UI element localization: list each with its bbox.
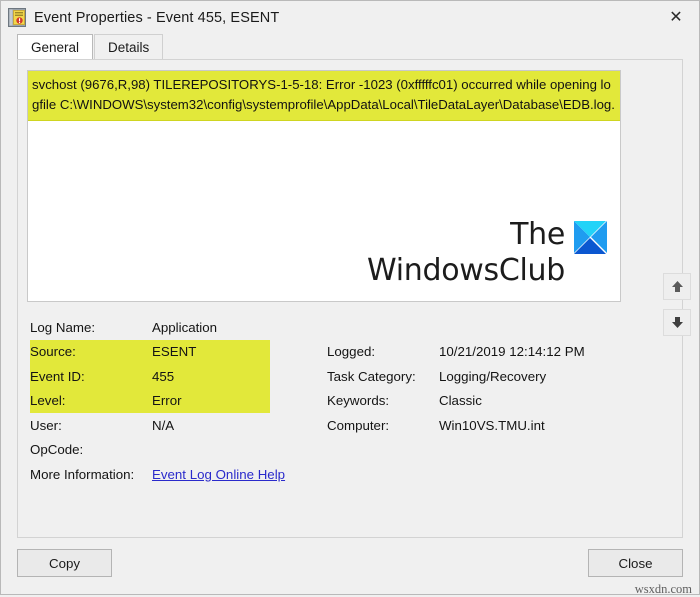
tab-general[interactable]: General bbox=[17, 34, 94, 59]
computer-value: Win10VS.TMU.int bbox=[439, 417, 545, 433]
watermark-logo-line2: WindowsClub bbox=[367, 253, 565, 288]
task-category-label: Task Category: bbox=[327, 368, 416, 384]
field-row: Logged: 10/21/2019 12:14:12 PM bbox=[327, 340, 627, 365]
source-value: ESENT bbox=[152, 344, 197, 360]
field-row: More Information: Event Log Online Help bbox=[30, 462, 320, 487]
watermark-logo: The WindowsClub bbox=[367, 217, 607, 289]
event-navigation-buttons bbox=[663, 273, 693, 345]
tab-strip: General Details bbox=[1, 34, 699, 59]
details-column-right: Logged: 10/21/2019 12:14:12 PM Task Cate… bbox=[327, 315, 627, 438]
opcode-label: OpCode: bbox=[30, 442, 84, 458]
task-category-value: Logging/Recovery bbox=[439, 368, 547, 384]
titlebar: Event Properties - Event 455, ESENT ✕ bbox=[1, 1, 699, 34]
log-name-label: Log Name: bbox=[30, 319, 96, 335]
event-log-icon bbox=[8, 8, 26, 27]
window-title: Event Properties - Event 455, ESENT bbox=[34, 9, 280, 26]
arrow-down-icon bbox=[671, 317, 683, 328]
event-description-text: svchost (9676,R,98) TILEREPOSITORYS-1-5-… bbox=[32, 77, 615, 112]
level-value: Error bbox=[152, 393, 182, 409]
log-name-value: Application bbox=[152, 319, 218, 335]
logged-label: Logged: bbox=[327, 344, 376, 360]
event-details-grid: Log Name: Application Source: ESENT Even… bbox=[27, 315, 673, 485]
event-id-label: Event ID: bbox=[30, 368, 85, 384]
windowsclub-diamond-icon bbox=[574, 221, 607, 254]
field-row: OpCode: bbox=[30, 438, 320, 463]
details-column-left: Log Name: Application Source: ESENT Even… bbox=[30, 315, 320, 487]
event-description-box[interactable]: svchost (9676,R,98) TILEREPOSITORYS-1-5-… bbox=[27, 70, 621, 302]
field-row: Computer: Win10VS.TMU.int bbox=[327, 413, 627, 438]
level-label: Level: bbox=[30, 393, 66, 409]
close-button[interactable]: Close bbox=[588, 549, 683, 577]
more-information-label: More Information: bbox=[30, 466, 135, 482]
dialog-footer: Copy Close wsxdn.com bbox=[1, 538, 699, 596]
copy-button[interactable]: Copy bbox=[17, 549, 112, 577]
computer-label: Computer: bbox=[327, 417, 390, 433]
watermark-logo-line1: The bbox=[510, 217, 565, 252]
event-log-online-help-link[interactable]: Event Log Online Help bbox=[152, 467, 320, 482]
keywords-value: Classic bbox=[439, 393, 482, 409]
field-row: Task Category: Logging/Recovery bbox=[327, 364, 627, 389]
close-icon[interactable]: ✕ bbox=[653, 1, 699, 33]
user-value: N/A bbox=[152, 417, 175, 433]
field-row: Level: Error bbox=[30, 389, 320, 414]
logged-value: 10/21/2019 12:14:12 PM bbox=[439, 344, 585, 360]
arrow-up-icon bbox=[671, 281, 683, 292]
description-highlight: svchost (9676,R,98) TILEREPOSITORYS-1-5-… bbox=[28, 71, 620, 121]
field-row: User: N/A bbox=[30, 413, 320, 438]
field-row: Event ID: 455 bbox=[30, 364, 320, 389]
diamond-bottom-facet bbox=[574, 238, 606, 254]
general-tab-panel: svchost (9676,R,98) TILEREPOSITORYS-1-5-… bbox=[17, 59, 683, 538]
tab-details[interactable]: Details bbox=[94, 34, 164, 59]
field-row: Log Name: Application bbox=[30, 315, 320, 340]
source-label: Source: bbox=[30, 344, 76, 360]
field-row: Source: ESENT bbox=[30, 340, 320, 365]
user-label: User: bbox=[30, 417, 62, 433]
watermark-logo-text: The WindowsClub bbox=[367, 217, 565, 289]
diamond-top-facet bbox=[574, 221, 606, 237]
keywords-label: Keywords: bbox=[327, 393, 390, 409]
field-row: Keywords: Classic bbox=[327, 389, 627, 414]
next-event-button[interactable] bbox=[663, 309, 691, 336]
event-id-value: 455 bbox=[152, 368, 175, 384]
previous-event-button[interactable] bbox=[663, 273, 691, 300]
event-properties-window: Event Properties - Event 455, ESENT ✕ Ge… bbox=[0, 0, 700, 596]
